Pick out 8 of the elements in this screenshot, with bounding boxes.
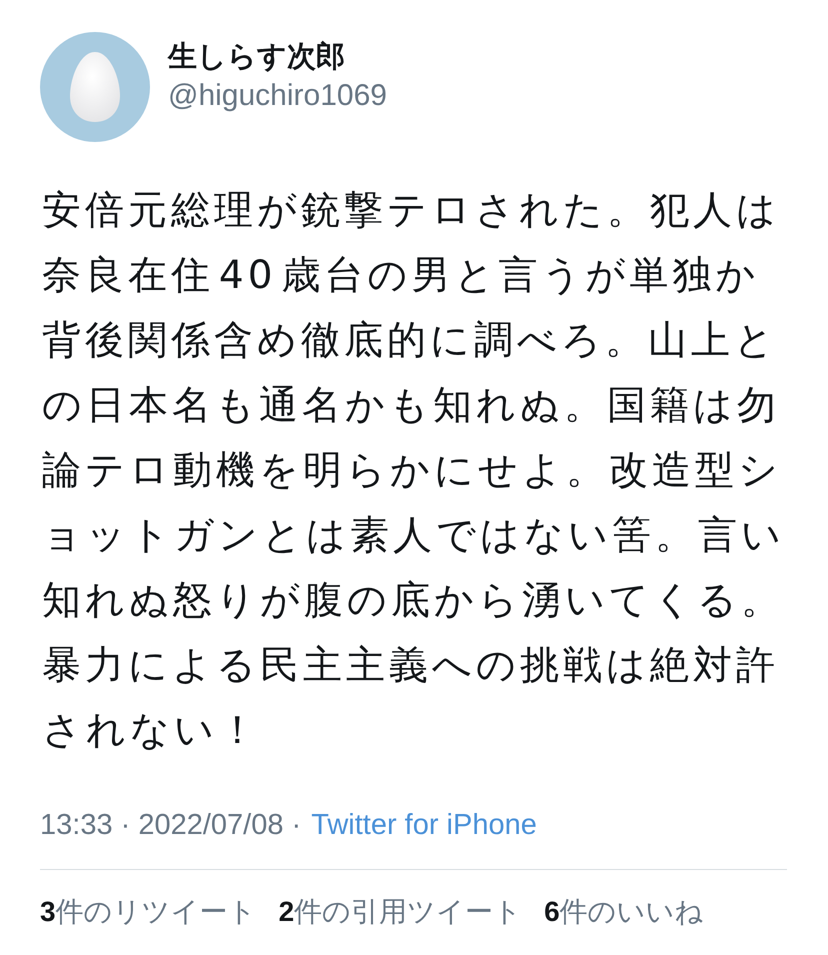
egg-avatar-icon[interactable] [40, 32, 150, 142]
display-name: 生しらす次郎 [168, 40, 346, 75]
user-handle: @higuchiro1069 [168, 78, 387, 114]
engagement-count-link[interactable]: 3件のリツイート [40, 892, 257, 932]
engagement-count-link[interactable]: 2件の引用ツイート [278, 892, 522, 932]
engagement-count-link[interactable]: 6件のいいね [544, 892, 704, 932]
tweet-timestamp: 13:33 · 2022/07/08 · [40, 808, 302, 843]
tweet-text: 安倍元総理が銃撃テロされた。犯人は奈良在住40歳台の男と言うが単独か背後関係含め徹底的に調べろ。山上との日本名も通名かも知れぬ。国籍は勿論テロ動機を明らかにせよ。改造型ショットガンとは素人ではない筈。言い知れぬ怒りが腹の底から湧いてくる。暴力による民主主義への挑戦は絶対許されない！ [42, 187, 786, 755]
